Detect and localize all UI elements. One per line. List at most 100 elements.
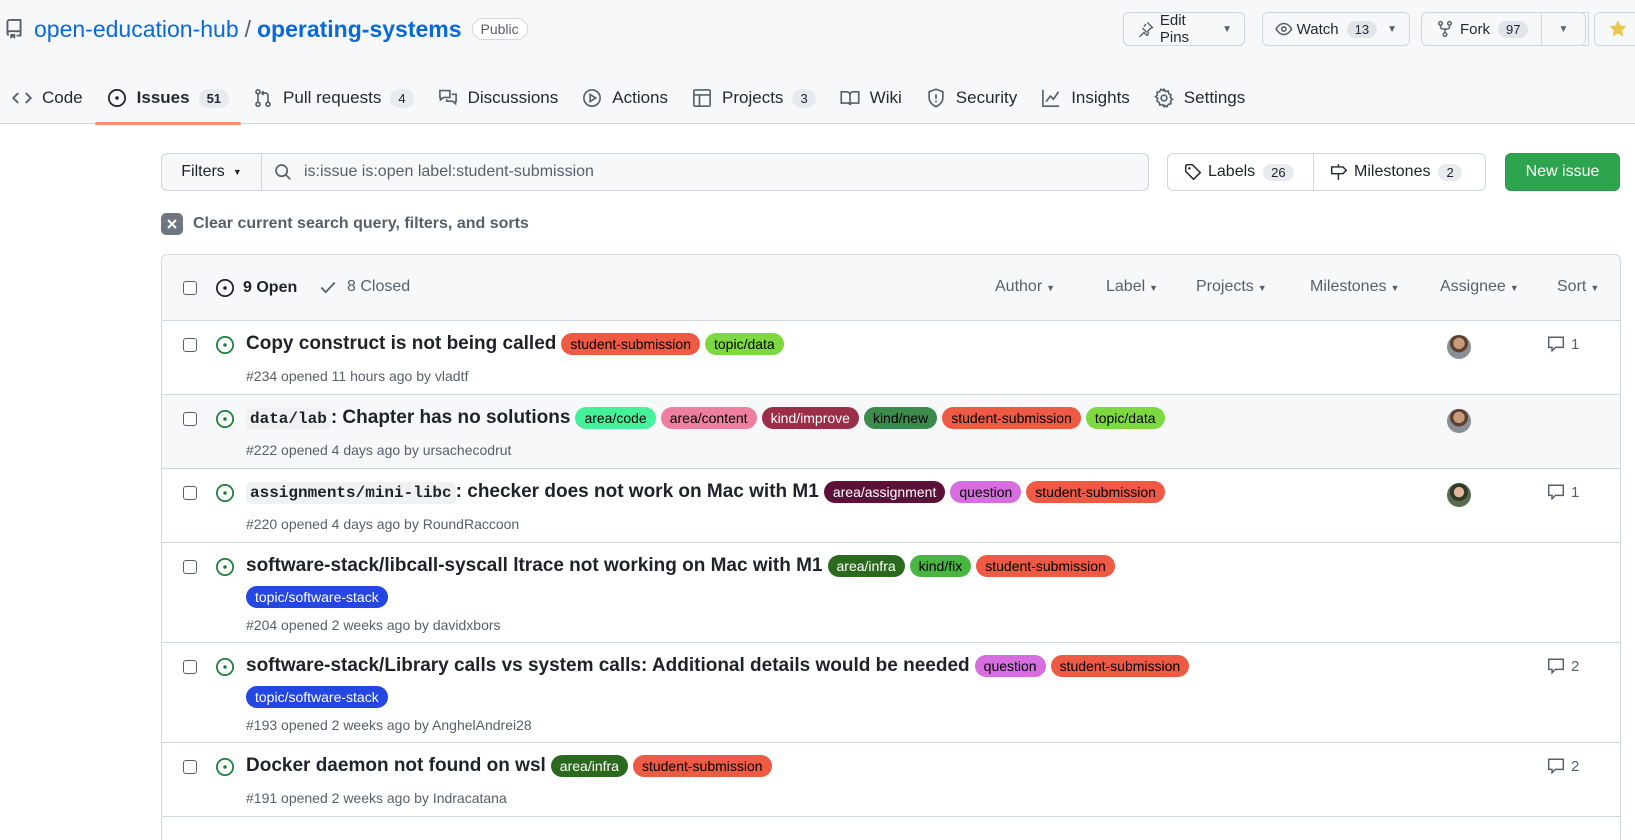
repo-nav-tabs: Code Issues 51 Pull requests 4 Discussio… [0, 72, 1257, 125]
tab-projects[interactable]: Projects 3 [680, 72, 828, 124]
issue-label[interactable]: kind/new [863, 407, 938, 429]
issue-title-link[interactable]: data/lab: Chapter has no solutions [246, 407, 570, 430]
tab-security[interactable]: Security [914, 72, 1029, 124]
issue-row[interactable]: assignments/mini-libc: checker does not … [162, 469, 1620, 543]
issue-checkbox[interactable] [183, 338, 197, 352]
issue-title-link[interactable]: software-stack/libcall-syscall ltrace no… [246, 555, 823, 577]
tab-actions[interactable]: Actions [570, 72, 680, 124]
play-icon [583, 89, 602, 107]
comments-count: 1 [1571, 335, 1580, 353]
comments-link[interactable]: 2 [1547, 657, 1579, 675]
issue-label[interactable]: student-submission [1026, 481, 1165, 503]
tab-issues[interactable]: Issues 51 [94, 72, 242, 125]
issue-opened-icon [216, 410, 234, 428]
tab-actions-label: Actions [612, 88, 669, 107]
issue-label[interactable]: student-submission [561, 333, 700, 355]
issue-label[interactable]: student-submission [976, 555, 1115, 577]
milestones-filter[interactable]: Milestones ▼ [1310, 278, 1399, 296]
comments-link[interactable]: 1 [1547, 483, 1579, 501]
issue-row[interactable]: data/lab: Chapter has no solutions area/c… [162, 395, 1620, 469]
assignee-avatar[interactable] [1447, 483, 1471, 507]
tab-issues-label: Issues [136, 88, 190, 107]
label-filter[interactable]: Label ▼ [1106, 278, 1158, 296]
star-button[interactable] [1594, 12, 1635, 46]
gear-icon [1154, 88, 1174, 108]
labels-button[interactable]: Labels 26 [1167, 153, 1314, 191]
issue-checkbox[interactable] [183, 760, 197, 774]
open-count-label: 9 Open [243, 279, 298, 296]
new-issue-button[interactable]: New issue [1505, 153, 1620, 191]
milestones-button[interactable]: Milestones 2 [1313, 153, 1486, 191]
issue-title-line: software-stack/libcall-syscall ltrace no… [246, 555, 1115, 577]
issue-label[interactable]: area/content [660, 407, 757, 429]
closed-issues-toggle[interactable]: 8 Closed [319, 278, 410, 296]
edit-pins-button[interactable]: Edit Pins ▼ [1123, 12, 1245, 46]
issue-label[interactable]: area/infra [550, 755, 628, 777]
clear-query-link[interactable]: Clear current search query, filters, and… [161, 213, 529, 235]
issue-title-link[interactable]: software-stack/Library calls vs system c… [246, 655, 970, 677]
issue-row[interactable]: Docker daemon not found on wsl area/infra… [162, 743, 1620, 817]
assignee-filter[interactable]: Assignee ▼ [1440, 278, 1519, 296]
issue-label[interactable]: student-submission [1050, 655, 1190, 677]
chevron-down-icon: ▼ [1257, 283, 1267, 293]
issue-label[interactable]: topic/data [705, 333, 784, 355]
search-input[interactable] [304, 163, 1124, 181]
issue-checkbox[interactable] [183, 412, 197, 426]
fork-dropdown-button[interactable]: ▼ [1541, 12, 1586, 46]
issue-label[interactable]: question [950, 481, 1022, 503]
issue-label[interactable]: kind/fix [909, 555, 972, 577]
sort-dropdown[interactable]: Sort ▼ [1557, 278, 1599, 296]
watch-count: 13 [1346, 20, 1378, 38]
assignee-avatar[interactable] [1447, 335, 1471, 359]
issue-row[interactable]: Copy construct is not being called studen… [162, 321, 1620, 395]
issue-label[interactable]: kind/improve [761, 407, 859, 429]
issue-checkbox[interactable] [183, 660, 197, 674]
issue-label[interactable]: student-submission [942, 407, 1081, 429]
assignee-avatar[interactable] [1447, 409, 1471, 433]
filters-dropdown[interactable]: Filters ▼ [161, 153, 262, 191]
issue-label[interactable]: question [974, 655, 1046, 677]
issue-label[interactable]: student-submission [632, 755, 772, 777]
select-all-checkbox[interactable] [183, 281, 197, 295]
tab-settings-label: Settings [1183, 88, 1246, 107]
tab-insights[interactable]: Insights [1029, 72, 1142, 124]
repo-name-link[interactable]: operating-systems [257, 16, 462, 43]
issue-title-text: software-stack/libcall-syscall ltrace no… [246, 555, 823, 576]
issue-meta: #191 opened 2 weeks ago by Indracatana [246, 790, 507, 806]
repo-icon [6, 19, 22, 39]
repo-owner-link[interactable]: open-education-hub [34, 16, 239, 43]
issue-checkbox[interactable] [183, 560, 197, 574]
issue-title-text: Docker daemon not found on wsl [246, 755, 546, 776]
tab-pull-requests-count: 4 [390, 88, 414, 108]
issue-row[interactable]: software-stack/Library calls vs system c… [162, 643, 1620, 743]
tab-wiki[interactable]: Wiki [828, 72, 914, 124]
issues-list: 9 Open 8 Closed Author ▼ Label ▼ Projects ▼… [161, 254, 1621, 840]
comment-icon [1547, 758, 1565, 775]
watch-button[interactable]: Watch 13 ▼ [1262, 12, 1410, 46]
issue-label[interactable]: area/code [575, 407, 656, 429]
projects-filter[interactable]: Projects ▼ [1196, 278, 1267, 296]
issue-label[interactable]: topic/data [1085, 407, 1165, 429]
tab-pull-requests[interactable]: Pull requests 4 [241, 72, 426, 124]
clear-query-label: Clear current search query, filters, and… [193, 215, 529, 232]
author-filter[interactable]: Author ▼ [995, 278, 1055, 296]
issue-search [261, 153, 1149, 191]
issue-label[interactable]: area/infra [827, 555, 905, 577]
tab-settings[interactable]: Settings [1142, 72, 1257, 124]
issue-checkbox[interactable] [183, 486, 197, 500]
issue-label[interactable]: topic/software-stack [246, 686, 388, 708]
issue-label[interactable]: area/assignment [823, 481, 946, 503]
tab-code[interactable]: Code [0, 72, 95, 124]
tab-discussions[interactable]: Discussions [426, 72, 571, 124]
issue-title-link[interactable]: assignments/mini-libc: checker does not … [246, 481, 819, 504]
issue-title-link[interactable]: Docker daemon not found on wsl [246, 755, 546, 777]
issue-title-link[interactable]: Copy construct is not being called [246, 333, 556, 355]
issue-label[interactable]: topic/software-stack [246, 586, 388, 608]
comments-link[interactable]: 2 [1547, 757, 1579, 775]
issue-opened-icon [216, 758, 234, 776]
open-issues-toggle[interactable]: 9 Open [215, 278, 297, 298]
close-icon [161, 213, 183, 235]
comments-link[interactable]: 1 [1547, 335, 1579, 353]
tab-wiki-label: Wiki [869, 88, 902, 107]
issue-row[interactable]: software-stack/libcall-syscall ltrace no… [162, 543, 1620, 643]
